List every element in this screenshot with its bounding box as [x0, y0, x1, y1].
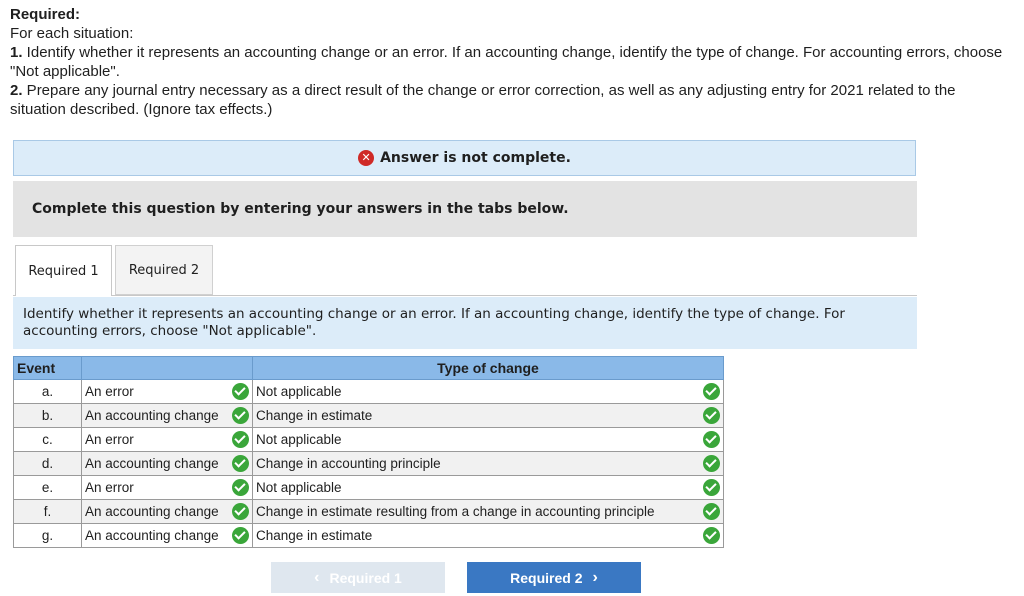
instruction-item-1: 1. Identify whether it represents an acc… [10, 44, 1003, 80]
event-cell: a. [13, 379, 82, 404]
kind-select-value[interactable]: An accounting change [85, 528, 219, 543]
table-row: e. An error Not applicable [13, 475, 724, 500]
check-icon [232, 431, 249, 448]
table-row: b. An accounting change Change in estima… [13, 403, 724, 428]
type-cell[interactable]: Change in estimate resulting from a chan… [252, 499, 724, 524]
table-row: g. An accounting change Change in estima… [13, 523, 724, 548]
check-icon [232, 383, 249, 400]
event-cell: c. [13, 427, 82, 452]
check-icon [232, 527, 249, 544]
type-select-value[interactable]: Not applicable [256, 480, 342, 495]
table-row: f. An accounting change Change in estima… [13, 499, 724, 524]
previous-button-label: Required 1 [329, 569, 402, 586]
instructions-intro: For each situation: [10, 25, 134, 42]
kind-cell[interactable]: An error [81, 475, 253, 500]
kind-cell[interactable]: An error [81, 379, 253, 404]
instructions: Required: For each situation: 1. Identif… [10, 5, 1010, 119]
column-header-type: Type of change [252, 356, 724, 380]
tab-required-2[interactable]: Required 2 [115, 245, 213, 295]
question-text: Identify whether it represents an accoun… [23, 306, 845, 339]
instruction-item-2: 2. Prepare any journal entry necessary a… [10, 82, 956, 118]
type-select-value[interactable]: Change in accounting principle [256, 456, 441, 471]
type-cell[interactable]: Change in estimate [252, 403, 724, 428]
type-select-value[interactable]: Not applicable [256, 432, 342, 447]
answer-status-text: Answer is not complete. [380, 150, 571, 166]
kind-cell[interactable]: An accounting change [81, 403, 253, 428]
check-icon [232, 479, 249, 496]
kind-select-value[interactable]: An error [85, 384, 134, 399]
check-icon [703, 431, 720, 448]
kind-cell[interactable]: An accounting change [81, 451, 253, 476]
kind-cell[interactable]: An accounting change [81, 499, 253, 524]
type-select-value[interactable]: Change in estimate [256, 528, 372, 543]
answer-status-banner: ✕ Answer is not complete. [13, 140, 916, 176]
required-title: Required: [10, 6, 81, 23]
table-row: a. An error Not applicable [13, 379, 724, 404]
kind-cell[interactable]: An error [81, 427, 253, 452]
type-cell[interactable]: Not applicable [252, 379, 724, 404]
column-header-event: Event [13, 356, 82, 380]
type-select-value[interactable]: Change in estimate [256, 408, 372, 423]
kind-select-value[interactable]: An error [85, 480, 134, 495]
type-cell[interactable]: Not applicable [252, 475, 724, 500]
table-row: c. An error Not applicable [13, 427, 724, 452]
event-cell: e. [13, 475, 82, 500]
type-select-value[interactable]: Change in estimate resulting from a chan… [256, 504, 654, 519]
event-cell: g. [13, 523, 82, 548]
chevron-left-icon: ‹ [314, 568, 320, 586]
event-cell: d. [13, 451, 82, 476]
type-cell[interactable]: Not applicable [252, 427, 724, 452]
check-icon [703, 407, 720, 424]
next-button[interactable]: Required 2 › [467, 562, 641, 593]
tab-divider [13, 295, 917, 296]
x-icon: ✕ [358, 150, 375, 166]
tab-required-1[interactable]: Required 1 [15, 245, 112, 296]
table-header-row: Event Type of change [13, 356, 724, 380]
check-icon [232, 503, 249, 520]
kind-select-value[interactable]: An accounting change [85, 456, 219, 471]
previous-button[interactable]: ‹ Required 1 [271, 562, 445, 593]
check-icon [703, 455, 720, 472]
kind-cell[interactable]: An accounting change [81, 523, 253, 548]
column-header-kind [81, 356, 253, 380]
type-cell[interactable]: Change in estimate [252, 523, 724, 548]
instruction-box-text: Complete this question by entering your … [32, 201, 569, 217]
check-icon [232, 455, 249, 472]
chevron-right-icon: › [592, 568, 598, 586]
event-cell: b. [13, 403, 82, 428]
kind-select-value[interactable]: An accounting change [85, 408, 219, 423]
next-button-label: Required 2 [510, 569, 583, 586]
check-icon [703, 479, 720, 496]
check-icon [703, 503, 720, 520]
instruction-box: Complete this question by entering your … [13, 181, 917, 237]
event-cell: f. [13, 499, 82, 524]
kind-select-value[interactable]: An error [85, 432, 134, 447]
type-select-value[interactable]: Not applicable [256, 384, 342, 399]
check-icon [703, 383, 720, 400]
answer-table: Event Type of change a. An error Not app… [13, 356, 724, 548]
tab-label: Required 1 [28, 263, 99, 279]
check-icon [232, 407, 249, 424]
tab-label: Required 2 [128, 262, 200, 278]
question-prompt: Identify whether it represents an accoun… [13, 297, 917, 349]
table-row: d. An accounting change Change in accoun… [13, 451, 724, 476]
type-cell[interactable]: Change in accounting principle [252, 451, 724, 476]
check-icon [703, 527, 720, 544]
kind-select-value[interactable]: An accounting change [85, 504, 219, 519]
